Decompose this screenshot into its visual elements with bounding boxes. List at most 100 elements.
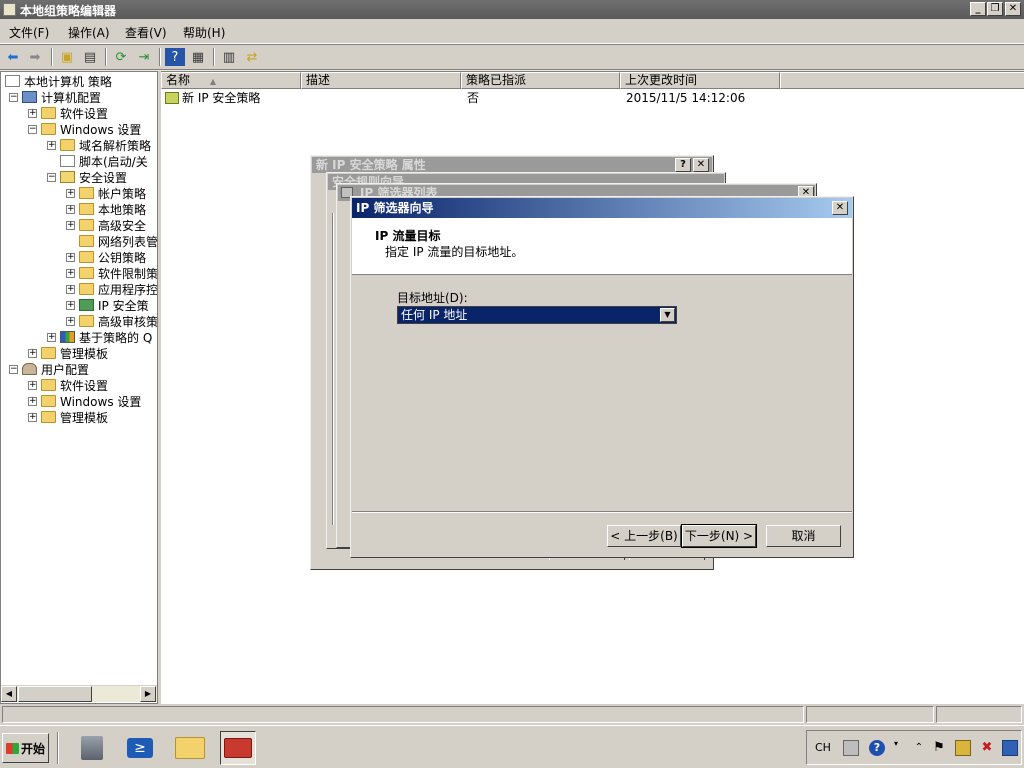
- menu-file[interactable]: 文件(F): [9, 24, 49, 41]
- expand-icon[interactable]: +: [66, 204, 75, 214]
- explorer-folder-icon[interactable]: [172, 731, 208, 765]
- toolbox-taskbar-icon[interactable]: [220, 731, 256, 765]
- expand-icon[interactable]: +: [47, 332, 56, 342]
- language-indicator[interactable]: CH: [815, 741, 831, 754]
- ip-filter-wizard-dialog[interactable]: IP 筛选器向导 ✕ IP 流量目标 指定 IP 流量的目标地址。 目标地址(D…: [350, 196, 854, 558]
- tree-item-local-policies[interactable]: + 本地策略: [66, 201, 146, 217]
- show-desktop-icon[interactable]: [1002, 740, 1018, 756]
- tree-item-admin-templates[interactable]: + 管理模板: [28, 345, 108, 361]
- list-item-name[interactable]: 新 IP 安全策略: [182, 90, 260, 106]
- collapse-icon[interactable]: −: [28, 124, 37, 134]
- powershell-icon[interactable]: ≥: [122, 731, 158, 765]
- tree-label: 管理模板: [60, 346, 109, 361]
- dialog-help-button[interactable]: ?: [675, 158, 691, 172]
- menu-action[interactable]: 操作(A): [68, 24, 110, 41]
- forward-arrow-icon[interactable]: ➡: [25, 48, 45, 66]
- expand-icon[interactable]: +: [66, 316, 75, 326]
- dialog-close-button[interactable]: ✕: [693, 158, 709, 172]
- list-item-assigned: 否: [467, 91, 480, 105]
- cancel-button[interactable]: 取消: [766, 525, 841, 547]
- server-manager-icon[interactable]: [74, 731, 110, 765]
- expand-icon[interactable]: +: [28, 412, 37, 422]
- expand-icon[interactable]: +: [47, 140, 56, 150]
- tree-item-user-software[interactable]: + 软件设置: [28, 377, 108, 393]
- expand-icon[interactable]: +: [28, 348, 37, 358]
- collapse-icon[interactable]: −: [47, 172, 56, 182]
- destination-address-select[interactable]: 任何 IP 地址 ▼: [397, 306, 677, 324]
- column-modified[interactable]: 上次更改时间: [620, 72, 780, 89]
- ime-options-icon[interactable]: ▾: [891, 740, 901, 756]
- destination-address-label: 目标地址(D):: [397, 291, 468, 305]
- collapse-icon[interactable]: −: [9, 92, 18, 102]
- tree-root[interactable]: 本地计算机 策略: [5, 73, 112, 89]
- tree-item-ip-security[interactable]: + IP 安全策: [66, 297, 149, 313]
- ime-help-icon[interactable]: ?: [869, 740, 885, 756]
- help-icon[interactable]: ?: [165, 48, 185, 66]
- tree-item-user-config[interactable]: − 用户配置: [9, 361, 89, 377]
- tree-item-scripts[interactable]: 脚本(启动/关: [47, 153, 148, 169]
- tree-item-software-settings[interactable]: + 软件设置: [28, 105, 108, 121]
- tree-item-computer-config[interactable]: − 计算机配置: [9, 89, 101, 105]
- volume-muted-icon[interactable]: ✖: [979, 740, 995, 756]
- folder-icon: [41, 395, 56, 407]
- tree-horizontal-scrollbar[interactable]: ◀ ▶: [1, 685, 157, 702]
- start-button[interactable]: 开始: [2, 733, 49, 763]
- properties-pane-icon[interactable]: ▦: [188, 48, 208, 66]
- expand-icon[interactable]: +: [66, 300, 75, 310]
- tree-item-advanced-security[interactable]: + 高级安全: [66, 217, 146, 233]
- tree-label: 本地计算机 策略: [24, 74, 112, 89]
- show-hide-tree-icon[interactable]: ▤: [80, 48, 100, 66]
- tree-item-network-list[interactable]: 网络列表管: [66, 233, 157, 249]
- action-center-flag-icon[interactable]: ⚑: [931, 740, 947, 756]
- menu-help[interactable]: 帮助(H): [183, 24, 225, 41]
- tree-item-public-key[interactable]: + 公钥策略: [66, 249, 146, 265]
- chevron-down-icon[interactable]: ▼: [660, 308, 675, 322]
- wizard-titlebar[interactable]: IP 筛选器向导 ✕: [352, 198, 852, 218]
- expand-icon[interactable]: +: [66, 220, 75, 230]
- back-arrow-icon[interactable]: ⬅: [3, 48, 23, 66]
- expand-icon[interactable]: +: [66, 284, 75, 294]
- show-hidden-icons-icon[interactable]: ⌃: [911, 740, 927, 756]
- close-button[interactable]: ✕: [1005, 2, 1021, 16]
- menu-view[interactable]: 查看(V): [125, 24, 167, 41]
- expand-icon[interactable]: +: [66, 188, 75, 198]
- scroll-right-icon[interactable]: ▶: [140, 686, 156, 702]
- tree-pane[interactable]: 本地计算机 策略 − 计算机配置 + 软件设置 − Windows 设置 + 域名解析策…: [0, 71, 158, 704]
- tree-item-windows-settings[interactable]: − Windows 设置: [28, 121, 141, 137]
- window-titlebar[interactable]: 本地组策略编辑器 _ ❐ ✕: [0, 0, 1024, 19]
- collapse-icon[interactable]: −: [9, 364, 18, 374]
- wizard-close-button[interactable]: ✕: [832, 201, 848, 215]
- expand-icon[interactable]: +: [66, 268, 75, 278]
- tree-item-name-resolution[interactable]: + 域名解析策略: [47, 137, 151, 153]
- scroll-thumb[interactable]: [18, 686, 92, 702]
- tree-item-user-admin-templates[interactable]: + 管理模板: [28, 409, 108, 425]
- column-filler: [780, 72, 1024, 89]
- back-button[interactable]: < 上一步(B): [607, 525, 681, 547]
- keyboard-icon[interactable]: [843, 740, 859, 756]
- column-assigned[interactable]: 策略已指派: [461, 72, 620, 89]
- tree-item-app-control[interactable]: + 应用程序控: [66, 281, 157, 297]
- minimize-button[interactable]: _: [970, 2, 986, 16]
- next-button[interactable]: 下一步(N) >: [681, 524, 757, 548]
- policy-document-icon[interactable]: ▥: [219, 48, 239, 66]
- status-bar: [0, 704, 1024, 725]
- tree-item-account-policies[interactable]: + 帐户策略: [66, 185, 146, 201]
- tree-item-software-restriction[interactable]: + 软件限制策: [66, 265, 157, 281]
- expand-icon[interactable]: +: [28, 108, 37, 118]
- scroll-left-icon[interactable]: ◀: [1, 686, 17, 702]
- column-name[interactable]: 名称 ▲: [161, 72, 301, 89]
- column-description[interactable]: 描述: [301, 72, 461, 89]
- tree-item-user-windows[interactable]: + Windows 设置: [28, 393, 141, 409]
- expand-icon[interactable]: +: [28, 380, 37, 390]
- export-list-icon[interactable]: ⇥: [134, 48, 154, 66]
- expand-icon[interactable]: +: [66, 252, 75, 262]
- network-icon[interactable]: [955, 740, 971, 756]
- tree-item-policy-qos[interactable]: + 基于策略的 Q: [47, 329, 152, 345]
- tree-item-security-settings[interactable]: − 安全设置: [47, 169, 127, 185]
- refresh-icon[interactable]: ⟳: [111, 48, 131, 66]
- up-folder-icon[interactable]: ▣: [57, 48, 77, 66]
- tree-item-advanced-audit[interactable]: + 高级审核策: [66, 313, 157, 329]
- restore-button[interactable]: ❐: [987, 2, 1003, 16]
- expand-icon[interactable]: +: [28, 396, 37, 406]
- assign-policy-icon[interactable]: ⇄: [242, 48, 262, 66]
